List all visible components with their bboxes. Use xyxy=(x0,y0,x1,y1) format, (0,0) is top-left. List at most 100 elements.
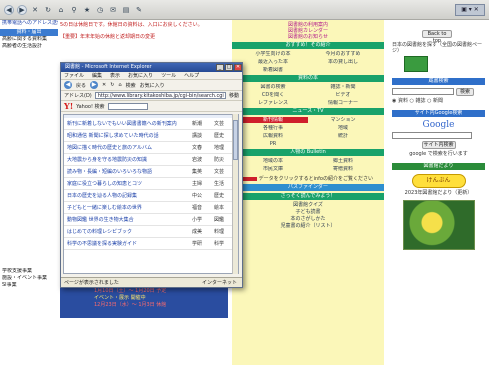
search-icon[interactable]: ⚲ xyxy=(69,5,79,15)
grid-link[interactable] xyxy=(308,141,378,147)
sidebar-item[interactable]: 高齢者の生活設計 xyxy=(0,43,58,50)
yahoo-search-input[interactable] xyxy=(107,102,148,110)
sidebar-item[interactable]: Sl事業 xyxy=(0,282,58,289)
row-title[interactable]: 家庭に役立つ暮らしの知恵とコツ xyxy=(67,180,192,187)
table-row[interactable]: 動物図鑑 世界の生き物大集合 小学 図鑑 xyxy=(64,214,238,226)
grid-link[interactable]: 本の貸し出し xyxy=(308,59,378,65)
grid-link[interactable]: ビデオ xyxy=(308,92,378,98)
back-to-top-button[interactable]: Back to top xyxy=(422,30,452,44)
row-title[interactable]: 新刊に新着しないでもいい図書書籍への新刊案内 xyxy=(67,120,192,127)
menu-view[interactable]: 表示 xyxy=(110,72,120,79)
back-icon[interactable]: ◀ xyxy=(4,4,14,15)
popup-titlebar[interactable]: 図書館 - Microsoft Internet Explorer _ □ ✕ xyxy=(61,63,242,72)
favorites-icon[interactable]: ★ xyxy=(82,5,92,15)
row-title[interactable]: 昭和通信 新聞に探し求めていた時代の話 xyxy=(67,132,192,139)
grid-link[interactable]: 各種行事 xyxy=(238,125,308,131)
grid-link[interactable]: 統計 xyxy=(308,133,378,139)
grid-link[interactable]: 新刊情報 xyxy=(238,117,308,123)
library-search-link[interactable]: 日本の図書館を探す（全国の図書館ページ） xyxy=(392,42,485,54)
row-title[interactable]: 科学の不思議を探る実験ガイド xyxy=(67,240,192,247)
grid-link[interactable]: PR xyxy=(238,141,308,147)
scrollbar-thumb[interactable] xyxy=(233,120,238,160)
top-link[interactable]: 図書館のお知らせ xyxy=(232,34,384,40)
popup-favorites-label[interactable]: お気に入り xyxy=(140,82,165,89)
table-row[interactable]: 昭和通信 新聞に探し求めていた時代の話 講談 歴史 xyxy=(64,130,238,142)
history-icon[interactable]: ◷ xyxy=(95,5,105,15)
popup-search-label[interactable]: 検索 xyxy=(126,82,136,89)
newsletter-badge[interactable]: けんぶん xyxy=(411,174,466,188)
minimize-icon[interactable]: _ xyxy=(216,64,224,71)
grid-link[interactable]: 広報資料 xyxy=(238,133,308,139)
notice-important-link[interactable]: 【重要】年末年始の休館と返却期日の変更 xyxy=(60,34,228,40)
table-row[interactable]: 新刊に新着しないでもいい図書書籍への新刊案内 新潮 文芸 xyxy=(64,118,238,130)
list-link[interactable]: 本のさがしかた xyxy=(232,216,384,223)
table-row[interactable]: 科学の不思議を探る実験ガイド 学研 科学 xyxy=(64,238,238,250)
grid-link[interactable]: レファレンス xyxy=(238,100,308,106)
google-search-input[interactable] xyxy=(392,132,472,139)
table-row[interactable]: 家庭に役立つ暮らしの知恵とコツ 主婦 生活 xyxy=(64,178,238,190)
grid-link[interactable]: CDを聞く xyxy=(238,92,308,98)
row-title[interactable]: はじめての料理レシピブック xyxy=(67,228,192,235)
catalog-search-input[interactable] xyxy=(392,88,454,95)
grid-link[interactable]: 寄贈資料 xyxy=(308,166,378,172)
popup-stop-icon[interactable]: ✕ xyxy=(102,82,106,88)
table-row[interactable]: 地図に描く時代の歴史と旅のアルバム 文春 地理 xyxy=(64,142,238,154)
table-row[interactable]: 大地震から身を守る地震防災の知識 岩波 防災 xyxy=(64,154,238,166)
popup-forward-icon[interactable]: ▶ xyxy=(90,81,99,89)
grid-link[interactable]: 地域 xyxy=(308,125,378,131)
window-controls[interactable]: ▣ ▾ ✕ xyxy=(455,3,485,16)
refresh-icon[interactable]: ↻ xyxy=(43,5,53,15)
sidebar-item[interactable]: 施設・イベント事業 xyxy=(0,275,58,282)
grid-link[interactable]: 図書の検索 xyxy=(238,84,308,90)
menu-edit[interactable]: 編集 xyxy=(92,72,102,79)
popup-back-icon[interactable]: ◀ xyxy=(64,81,72,89)
popup-scrollbar[interactable] xyxy=(232,114,238,274)
newsletter-caption[interactable]: 2023年図書館だより（更新） xyxy=(392,190,485,196)
table-row[interactable]: 日本の歴史を辿る人物の記録集 中公 歴史 xyxy=(64,190,238,202)
edit-icon[interactable]: ✎ xyxy=(134,5,144,15)
menu-help[interactable]: ヘルプ xyxy=(184,72,199,79)
grid-link[interactable]: 新着図書 xyxy=(238,67,308,73)
grid-link[interactable] xyxy=(308,67,378,73)
row-title[interactable]: 子どもと一緒に楽しむ絵本の世界 xyxy=(67,204,192,211)
table-row[interactable]: 読み物・長編・短編のいろいろな物語 集英 文芸 xyxy=(64,166,238,178)
row-title[interactable]: 地図に描く時代の歴史と旅のアルバム xyxy=(67,144,192,151)
sidebar-item[interactable]: 高齢に関する資料集 xyxy=(0,36,58,43)
mail-icon[interactable]: ✉ xyxy=(108,5,118,15)
grid-link[interactable]: 小学生向けの本 xyxy=(238,51,308,57)
row-title[interactable]: 日本の歴史を辿る人物の記録集 xyxy=(67,192,192,199)
grid-link[interactable]: 最近入った本 xyxy=(238,59,308,65)
grid-link[interactable]: 市民文庫 xyxy=(238,166,308,172)
popup-back-label[interactable]: 戻る xyxy=(76,82,86,89)
list-link[interactable]: 子ども読書 xyxy=(232,209,384,216)
close-icon[interactable]: ✕ xyxy=(234,64,242,71)
address-input[interactable]: http://www.library.kitakoshiba.jp/cgi-bi… xyxy=(94,92,226,99)
yahoo-logo[interactable]: Y! xyxy=(64,101,73,111)
print-icon[interactable]: ▤ xyxy=(121,5,131,15)
grid-link[interactable]: 郷土資料 xyxy=(308,158,378,164)
popup-refresh-icon[interactable]: ↻ xyxy=(110,82,114,88)
mobile-address-link[interactable]: 携帯電話へのアドレス送信 xyxy=(0,20,58,27)
menu-favorites[interactable]: お気に入り xyxy=(128,72,153,79)
grid-link[interactable]: 情報コーナー xyxy=(308,100,378,106)
menu-tools[interactable]: ツール xyxy=(161,72,176,79)
ie-popup-window[interactable]: 図書館 - Microsoft Internet Explorer _ □ ✕ … xyxy=(60,62,243,288)
grid-link[interactable]: マンション xyxy=(308,117,378,123)
grid-link[interactable]: 雑誌・新聞 xyxy=(308,84,378,90)
row-title[interactable]: 動物図鑑 世界の生き物大集合 xyxy=(67,216,192,223)
row-title[interactable]: 大地震から身を守る地震防災の知識 xyxy=(67,156,192,163)
event-banner[interactable]: 1月10日（土）〜 1月20日 予定 イベント・展示 開催中 12月23日（水）… xyxy=(60,288,228,318)
catalog-search-button[interactable]: 検索 xyxy=(456,88,474,96)
list-link[interactable]: 図書館クイズ xyxy=(232,202,384,209)
forward-icon[interactable]: ▶ xyxy=(17,4,27,15)
table-row[interactable]: はじめての料理レシピブック 成美 料理 xyxy=(64,226,238,238)
grid-link[interactable]: 今月のおすすめ xyxy=(308,51,378,57)
maximize-icon[interactable]: □ xyxy=(225,64,233,71)
row-title[interactable]: 読み物・長編・短編のいろいろな物語 xyxy=(67,168,192,175)
sidebar-item[interactable]: 学校支援事業 xyxy=(0,268,58,275)
google-search-button[interactable]: サイト内検索 xyxy=(421,141,456,149)
menu-file[interactable]: ファイル xyxy=(64,72,84,79)
go-button[interactable]: 移動 xyxy=(229,92,239,99)
table-row[interactable]: 子どもと一緒に楽しむ絵本の世界 福音 絵本 xyxy=(64,202,238,214)
list-link[interactable]: 児童書の紹介（リスト） xyxy=(232,223,384,230)
